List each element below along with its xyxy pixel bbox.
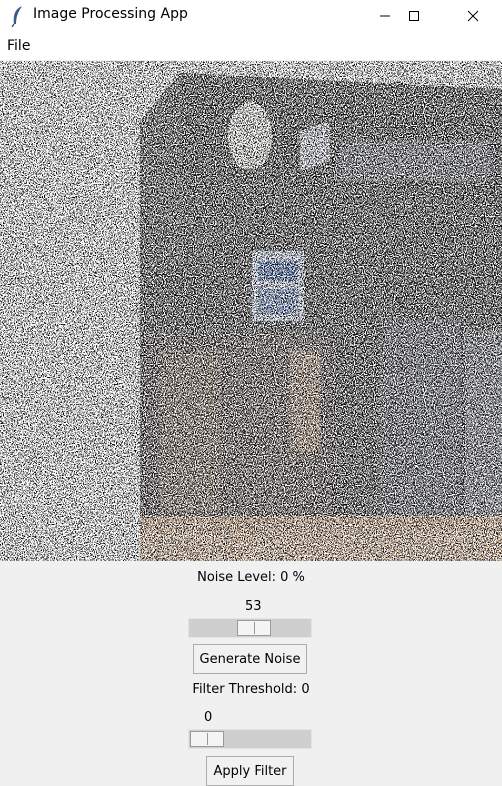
apply-filter-button[interactable]: Apply Filter [206,756,294,786]
menu-bar: File [0,32,502,60]
filter-slider-value: 0 [204,710,213,725]
title-bar: Image Processing App [0,0,502,32]
noisy-image [0,61,502,561]
window-title: Image Processing App [33,6,188,22]
filter-slider[interactable] [188,729,312,749]
close-icon [467,10,479,22]
minimize-icon [380,15,390,17]
noise-slider[interactable] [188,618,312,638]
maximize-icon [409,11,419,21]
noise-level-label: Noise Level: 0 % [197,570,305,585]
filter-threshold-label: Filter Threshold: 0 [192,682,310,697]
image-canvas[interactable] [0,61,502,561]
generate-noise-button[interactable]: Generate Noise [193,644,307,674]
filter-slider-thumb[interactable] [190,731,224,747]
menu-file[interactable]: File [7,38,30,54]
maximize-button[interactable] [391,0,437,32]
close-button[interactable] [450,0,496,32]
noise-slider-thumb[interactable] [237,620,271,636]
feather-icon [11,6,22,27]
noise-slider-value: 53 [245,599,262,614]
